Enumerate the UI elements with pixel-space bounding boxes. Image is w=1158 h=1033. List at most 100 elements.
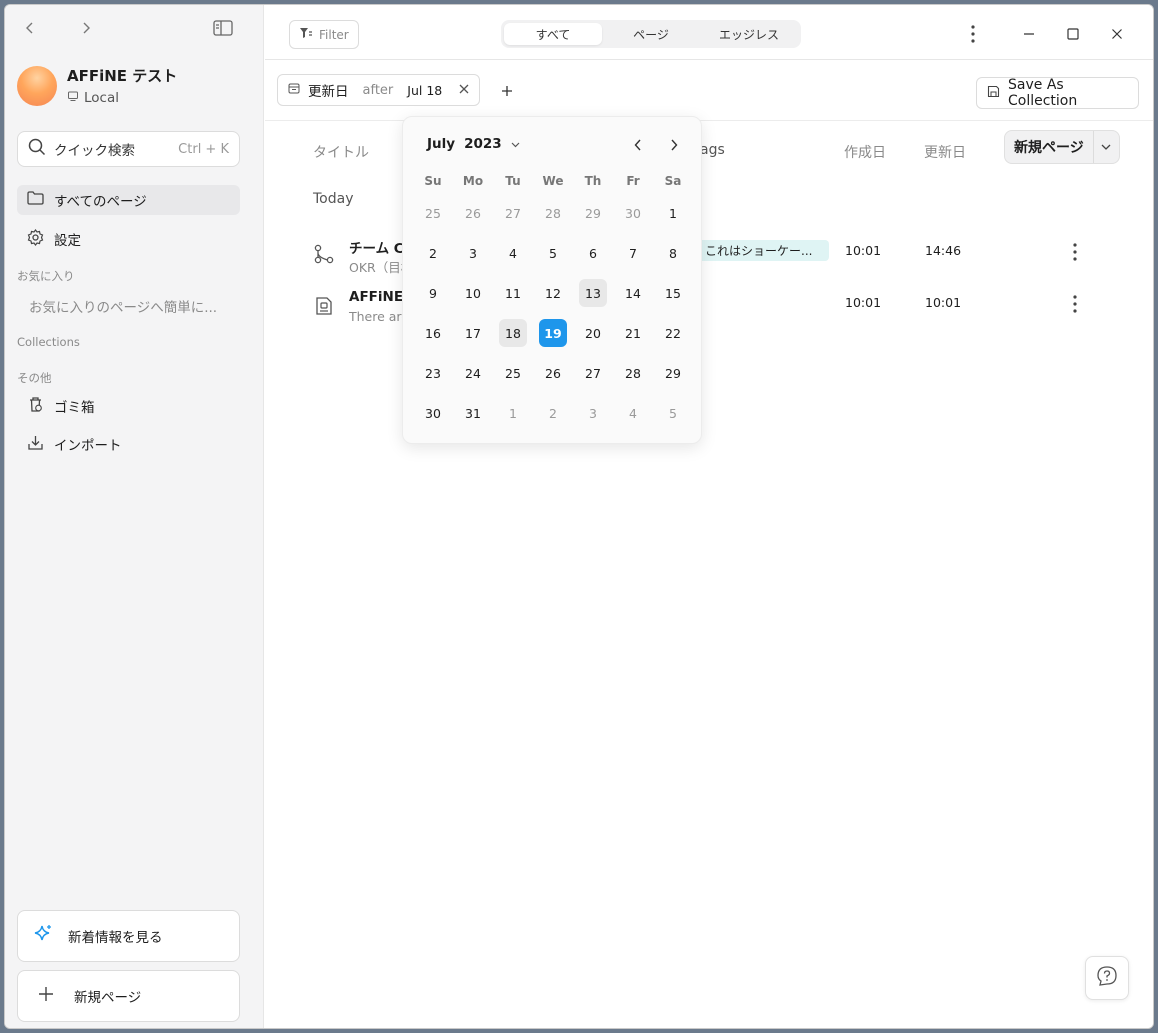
calendar-day[interactable]: 22 <box>653 313 693 353</box>
column-updated[interactable]: 更新日 <box>924 142 966 162</box>
calendar-day-number: 2 <box>549 405 557 421</box>
calendar-day[interactable]: 12 <box>533 273 573 313</box>
calendar-grid: Su Mo Tu We Th Fr Sa 25 26 27 28 29 30 1 2 3 4 5 6 7 8 9 10 11 1… <box>413 169 693 433</box>
calendar-day[interactable]: 5 <box>653 393 693 433</box>
next-month-icon[interactable] <box>665 136 683 154</box>
sidebar-item-trash[interactable]: ゴミ箱 <box>17 391 240 421</box>
calendar-day[interactable]: 25 <box>493 353 533 393</box>
tab-pages[interactable]: ページ <box>602 23 700 45</box>
quick-search-input[interactable]: クイック検索 Ctrl + K <box>17 131 240 167</box>
prev-month-icon[interactable] <box>629 136 647 154</box>
calendar-day[interactable]: 7 <box>613 233 653 273</box>
calendar-day[interactable]: 17 <box>453 313 493 353</box>
calendar-day[interactable]: 4 <box>493 233 533 273</box>
sidebar-item-all-pages[interactable]: すべてのページ <box>17 185 240 215</box>
column-tags[interactable]: ags <box>700 142 725 158</box>
calendar-day-number: 30 <box>425 405 441 421</box>
filter-chip-updated[interactable]: 更新日 after Jul 18 <box>277 74 480 106</box>
calendar-day[interactable]: 13 <box>573 273 613 313</box>
calendar-day[interactable]: 3 <box>573 393 613 433</box>
add-filter-icon[interactable] <box>497 81 517 101</box>
sidebar-new-page-button[interactable]: 新規ページ <box>17 970 240 1022</box>
calendar-day[interactable]: 30 <box>613 193 653 233</box>
row-more-icon[interactable] <box>1065 241 1085 263</box>
calendar-day[interactable]: 26 <box>533 353 573 393</box>
minimize-icon[interactable] <box>1018 23 1040 45</box>
sidebar-item-settings[interactable]: 設定 <box>17 224 240 254</box>
calendar-day[interactable]: 2 <box>533 393 573 433</box>
calendar-day[interactable]: 28 <box>533 193 573 233</box>
calendar-day[interactable]: 4 <box>613 393 653 433</box>
calendar-day[interactable]: 5 <box>533 233 573 273</box>
sidebar-toggle-icon[interactable] <box>212 17 234 39</box>
topbar: Filter すべて ページ エッジレス <box>265 5 1153 60</box>
sidebar-item-import[interactable]: インポート <box>17 429 240 459</box>
plus-icon <box>32 986 60 1006</box>
back-arrow-icon[interactable] <box>19 17 41 39</box>
calendar-day[interactable]: 1 <box>493 393 533 433</box>
calendar-day[interactable]: 28 <box>613 353 653 393</box>
calendar-day[interactable]: 14 <box>613 273 653 313</box>
calendar-day-number: 29 <box>585 205 601 221</box>
calendar-day[interactable]: 9 <box>413 273 453 313</box>
filter-date-value[interactable]: Jul 18 <box>407 83 442 98</box>
weekday-label: Fr <box>626 174 640 188</box>
main-panel: Filter すべて ページ エッジレス 更新日 after Jul 18 Sa… <box>265 5 1153 1028</box>
filter-condition[interactable]: after <box>363 83 394 98</box>
maximize-icon[interactable] <box>1062 23 1084 45</box>
calendar-day[interactable]: 29 <box>573 193 613 233</box>
row-more-icon[interactable] <box>1065 293 1085 315</box>
table-row[interactable]: チーム C OKR（目標 これはショーケー... 10:01 14:46 <box>265 229 1153 281</box>
calendar-day[interactable]: 24 <box>453 353 493 393</box>
calendar-day[interactable]: 6 <box>573 233 613 273</box>
sidebar-item-label: すべてのページ <box>54 194 147 210</box>
calendar-day[interactable]: 27 <box>493 193 533 233</box>
calendar-day-number: 20 <box>585 325 601 341</box>
calendar-day[interactable]: 21 <box>613 313 653 353</box>
weekday-label: Mo <box>462 174 484 188</box>
column-title[interactable]: タイトル <box>313 142 369 162</box>
filter-field[interactable]: 更新日 <box>308 80 349 100</box>
row-updated: 10:01 <box>925 295 962 310</box>
calendar-day[interactable]: 11 <box>493 273 533 313</box>
calendar-day[interactable]: 29 <box>653 353 693 393</box>
month-year-selector[interactable]: July 2023 <box>427 136 520 152</box>
chevron-down-icon[interactable] <box>1094 144 1119 150</box>
calendar-day-number: 1 <box>669 205 677 221</box>
new-page-button[interactable]: 新規ページ <box>1005 131 1094 163</box>
calendar-day[interactable]: 3 <box>453 233 493 273</box>
whats-new-button[interactable]: 新着情報を見る <box>17 910 240 962</box>
remove-filter-icon[interactable] <box>459 82 469 98</box>
calendar-day[interactable]: 26 <box>453 193 493 233</box>
calendar-day[interactable]: 30 <box>413 393 453 433</box>
calendar-day-number: 4 <box>509 245 517 261</box>
filter-button[interactable]: Filter <box>289 20 359 49</box>
column-created[interactable]: 作成日 <box>844 142 886 162</box>
calendar-day[interactable]: 23 <box>413 353 453 393</box>
calendar-day[interactable]: 16 <box>413 313 453 353</box>
close-window-icon[interactable] <box>1106 23 1128 45</box>
row-tag[interactable]: これはショーケー... <box>683 240 829 261</box>
calendar-day[interactable]: 27 <box>573 353 613 393</box>
calendar-day[interactable]: 19 <box>533 313 573 353</box>
table-header: タイトル ags 作成日 更新日 新規ページ <box>265 122 1153 172</box>
calendar-day[interactable]: 31 <box>453 393 493 433</box>
table-row[interactable]: AFFiNE There are 10:01 10:01 <box>265 281 1153 333</box>
calendar-day[interactable]: 25 <box>413 193 453 233</box>
save-as-collection-button[interactable]: Save As Collection <box>976 77 1139 109</box>
calendar-day[interactable]: 20 <box>573 313 613 353</box>
help-button[interactable] <box>1085 956 1129 1000</box>
more-vertical-icon[interactable] <box>962 23 984 45</box>
workspace-name: AFFiNE テスト <box>67 67 178 85</box>
workspace-switcher[interactable]: AFFiNE テスト Local <box>17 65 177 106</box>
group-label-today: Today <box>313 191 354 207</box>
tab-all[interactable]: すべて <box>504 23 602 45</box>
calendar-day[interactable]: 15 <box>653 273 693 313</box>
calendar-day[interactable]: 10 <box>453 273 493 313</box>
tab-edgeless[interactable]: エッジレス <box>700 23 798 45</box>
calendar-day[interactable]: 18 <box>493 313 533 353</box>
calendar-day[interactable]: 1 <box>653 193 693 233</box>
calendar-day[interactable]: 2 <box>413 233 453 273</box>
calendar-day[interactable]: 8 <box>653 233 693 273</box>
forward-arrow-icon[interactable] <box>75 17 97 39</box>
